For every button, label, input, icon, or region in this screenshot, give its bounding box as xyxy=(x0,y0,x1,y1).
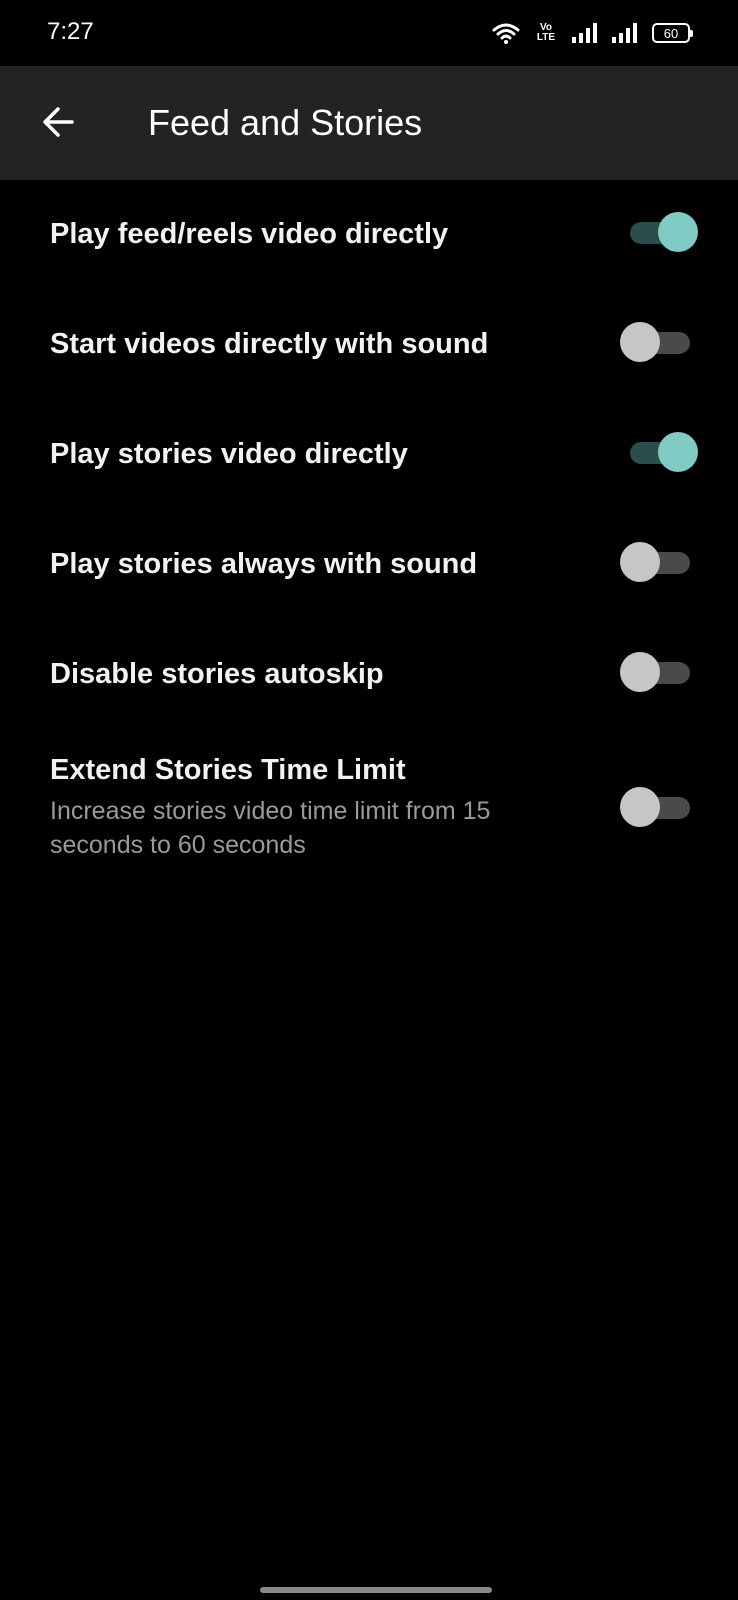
back-button[interactable] xyxy=(30,94,86,150)
signal-icon xyxy=(572,23,598,43)
setting-title: Start videos directly with sound xyxy=(50,328,489,360)
setting-play-stories-directly[interactable]: Play stories video directly xyxy=(0,400,738,510)
status-time: 7:27 xyxy=(47,18,94,45)
setting-title: Play feed/reels video directly xyxy=(50,218,449,250)
toggle-switch[interactable] xyxy=(620,322,698,362)
setting-start-videos-with-sound[interactable]: Start videos directly with sound xyxy=(0,290,738,400)
setting-play-stories-with-sound[interactable]: Play stories always with sound xyxy=(0,510,738,620)
battery-icon: 60 xyxy=(652,23,693,43)
app-bar: Feed and Stories xyxy=(0,66,738,180)
signal-icon xyxy=(612,23,638,43)
toggle-switch[interactable] xyxy=(624,212,698,252)
setting-extend-stories-time-limit[interactable]: Extend Stories Time Limit Increase stori… xyxy=(0,730,738,880)
toggle-thumb xyxy=(658,432,698,472)
arrow-left-icon xyxy=(43,107,74,137)
battery-level: 60 xyxy=(663,25,679,41)
toggle-thumb xyxy=(620,787,660,827)
status-bar: 7:27 Vo LTE 60 xyxy=(0,0,738,66)
toggle-thumb xyxy=(620,652,660,692)
setting-play-feed-reels-directly[interactable]: Play feed/reels video directly xyxy=(0,180,738,290)
page-title: Feed and Stories xyxy=(148,102,423,143)
toggle-thumb xyxy=(620,322,660,362)
toggle-switch[interactable] xyxy=(620,652,698,692)
home-indicator[interactable] xyxy=(260,1587,492,1593)
setting-title: Play stories video directly xyxy=(50,438,408,470)
toggle-switch[interactable] xyxy=(624,432,698,472)
toggle-thumb xyxy=(620,542,660,582)
setting-title: Disable stories autoskip xyxy=(50,658,384,690)
status-icons: Vo LTE 60 xyxy=(492,20,693,46)
setting-title: Extend Stories Time Limit xyxy=(50,754,406,786)
setting-title: Play stories always with sound xyxy=(50,548,478,580)
toggle-thumb xyxy=(658,212,698,252)
setting-disable-stories-autoskip[interactable]: Disable stories autoskip xyxy=(0,620,738,730)
wifi-icon xyxy=(492,22,520,44)
setting-summary: Increase stories video time limit from 1… xyxy=(50,797,491,859)
toggle-switch[interactable] xyxy=(620,787,698,827)
volte-icon: Vo LTE xyxy=(536,22,556,43)
toggle-switch[interactable] xyxy=(620,542,698,582)
